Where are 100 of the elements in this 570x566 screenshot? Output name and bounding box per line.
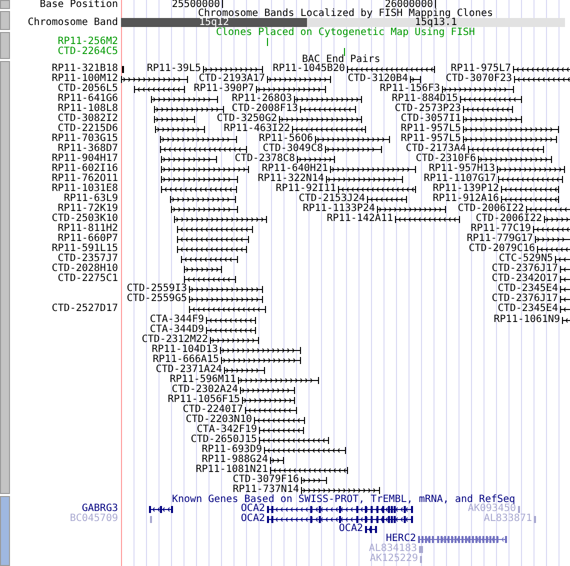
feature-label[interactable]: CTD-2559I3 [126, 284, 187, 294]
feature-label[interactable]: RP11-912A16 [432, 194, 499, 204]
clone-span[interactable] [526, 206, 570, 212]
feature-label[interactable]: RP11-63L9 [64, 194, 118, 204]
clone-span[interactable] [154, 116, 195, 122]
feature-label[interactable]: CTD-2056L5 [58, 84, 118, 94]
feature-label[interactable]: RP11-390P7 [194, 84, 254, 94]
clone-span[interactable] [189, 306, 266, 312]
clone-label[interactable]: RP11-256M2 [58, 37, 118, 47]
mrna-marker[interactable] [518, 506, 520, 512]
feature-label[interactable]: RP11-988G24 [202, 455, 268, 465]
feature-label[interactable]: CTD-3070F23 [446, 74, 512, 84]
feature-label[interactable]: RP11-1061N9 [494, 315, 560, 325]
clone-span[interactable] [301, 486, 380, 494]
clone-span[interactable] [514, 76, 570, 82]
clone-label[interactable]: CTD-2264C5 [58, 47, 118, 57]
clone-span[interactable] [206, 316, 256, 324]
feature-label[interactable]: RP11-957L5 [400, 134, 461, 144]
feature-label[interactable]: CTD-2376J17 [492, 294, 558, 304]
feature-label[interactable]: RP11-322N14 [258, 174, 324, 184]
clone-span[interactable] [267, 76, 331, 82]
feature-label[interactable]: CTD-2275C1 [58, 274, 118, 284]
feature-label[interactable]: CTD-2378C8 [234, 154, 295, 164]
clone-span[interactable] [242, 396, 295, 404]
clone-marker[interactable] [267, 38, 268, 46]
clone-span[interactable] [240, 386, 295, 394]
clone-span[interactable] [174, 216, 267, 222]
feature-label[interactable]: RP11-1107G17 [424, 174, 496, 184]
feature-label[interactable]: CTC-529N5 [498, 254, 553, 264]
clone-span[interactable] [442, 86, 514, 92]
feature-label[interactable]: RP11-108L8 [58, 104, 118, 114]
clone-span[interactable] [206, 326, 256, 334]
feature-label[interactable]: CTD-2006I22 [476, 214, 542, 224]
feature-label[interactable]: RP11-737N14 [232, 485, 299, 495]
clone-span[interactable] [297, 156, 335, 162]
clone-span[interactable] [238, 376, 319, 384]
clone-span[interactable] [264, 446, 346, 454]
clone-span[interactable] [177, 226, 253, 232]
feature-label[interactable]: RP11-884D15 [392, 94, 458, 104]
chromosome-band[interactable]: 15q12 [121, 18, 307, 27]
feature-label[interactable]: RP11-92I11 [276, 184, 336, 194]
mrna-marker[interactable] [420, 556, 422, 562]
chromosome-band[interactable]: 15q13.1 [307, 18, 565, 27]
feature-label[interactable]: CTD-2345E4 [498, 284, 558, 294]
feature-label[interactable]: RP11-779G17 [466, 234, 533, 244]
feature-label[interactable]: CTD-2193A17 [198, 74, 265, 84]
feature-label[interactable]: CTD-2173A4 [406, 144, 466, 154]
feature-label[interactable]: RP11-596M11 [170, 375, 236, 385]
clone-span[interactable] [463, 106, 513, 112]
clone-span[interactable] [154, 106, 224, 112]
feature-label[interactable]: CTD-2240I7 [182, 405, 243, 415]
feature-label[interactable]: RP11-811H2 [58, 224, 118, 234]
feature-label[interactable]: CTA-342F19 [196, 425, 257, 435]
mrna-marker[interactable] [534, 516, 536, 522]
clone-span[interactable] [560, 296, 570, 302]
feature-label[interactable]: RP11-77C19 [470, 224, 531, 234]
feature-label[interactable]: CTA-344D9 [150, 325, 204, 335]
feature-label[interactable]: RP11-321B18 [52, 64, 118, 74]
clone-span[interactable] [326, 176, 403, 182]
clone-span[interactable] [367, 196, 407, 202]
feature-label[interactable]: CTD-2028H10 [52, 264, 118, 274]
feature-label[interactable]: CTA-344F9 [150, 315, 204, 325]
feature-label[interactable]: RP11-1056F15 [168, 395, 240, 405]
feature-label[interactable]: CTD-3082I2 [58, 114, 118, 124]
feature-label[interactable]: CTD-2310F6 [416, 154, 476, 164]
clone-span[interactable] [498, 176, 563, 182]
clone-span[interactable] [513, 66, 570, 72]
feature-label[interactable]: CTD-2376J17 [492, 264, 558, 274]
gene-model[interactable] [267, 516, 413, 522]
feature-label[interactable]: CTD-2008F13 [232, 104, 298, 114]
clone-span[interactable] [270, 466, 348, 474]
feature-label[interactable]: CTD-2650J15 [190, 435, 257, 445]
clone-span[interactable] [170, 196, 236, 202]
clone-span[interactable] [560, 306, 570, 312]
feature-label[interactable]: RP11-1133P24 [302, 204, 375, 214]
feature-label[interactable]: RP11-56O6 [258, 134, 313, 144]
clone-span[interactable] [537, 246, 570, 252]
feature-label[interactable]: HERC2 [386, 534, 416, 544]
clone-span[interactable] [224, 366, 265, 374]
feature-label[interactable]: CTD-2203N10 [186, 415, 252, 425]
clone-span[interactable] [203, 66, 263, 72]
feature-label[interactable]: RP11-268O3 [232, 94, 292, 104]
clone-span[interactable] [468, 146, 544, 152]
clone-span[interactable] [181, 256, 238, 262]
clone-span[interactable] [535, 236, 570, 242]
feature-label[interactable]: RP11-463I22 [224, 124, 290, 134]
feature-label[interactable]: RP11-1081N21 [196, 465, 268, 475]
feature-label[interactable]: RP11-104D13 [152, 345, 218, 355]
feature-label[interactable]: CTD-2006I22 [458, 204, 524, 214]
clone-span[interactable] [134, 86, 185, 92]
clone-span[interactable] [121, 76, 188, 82]
feature-label[interactable]: RP11-904H17 [52, 154, 118, 164]
feature-label[interactable]: RP11-1031E8 [52, 184, 118, 194]
clone-span[interactable] [161, 166, 249, 172]
feature-label[interactable]: CTD-2573P23 [394, 104, 461, 114]
clone-span[interactable] [161, 176, 238, 182]
mrna-marker[interactable] [419, 546, 423, 552]
clone-span[interactable] [177, 246, 247, 252]
feature-label[interactable]: RP11-591L15 [52, 244, 118, 254]
clone-span[interactable] [292, 126, 366, 132]
